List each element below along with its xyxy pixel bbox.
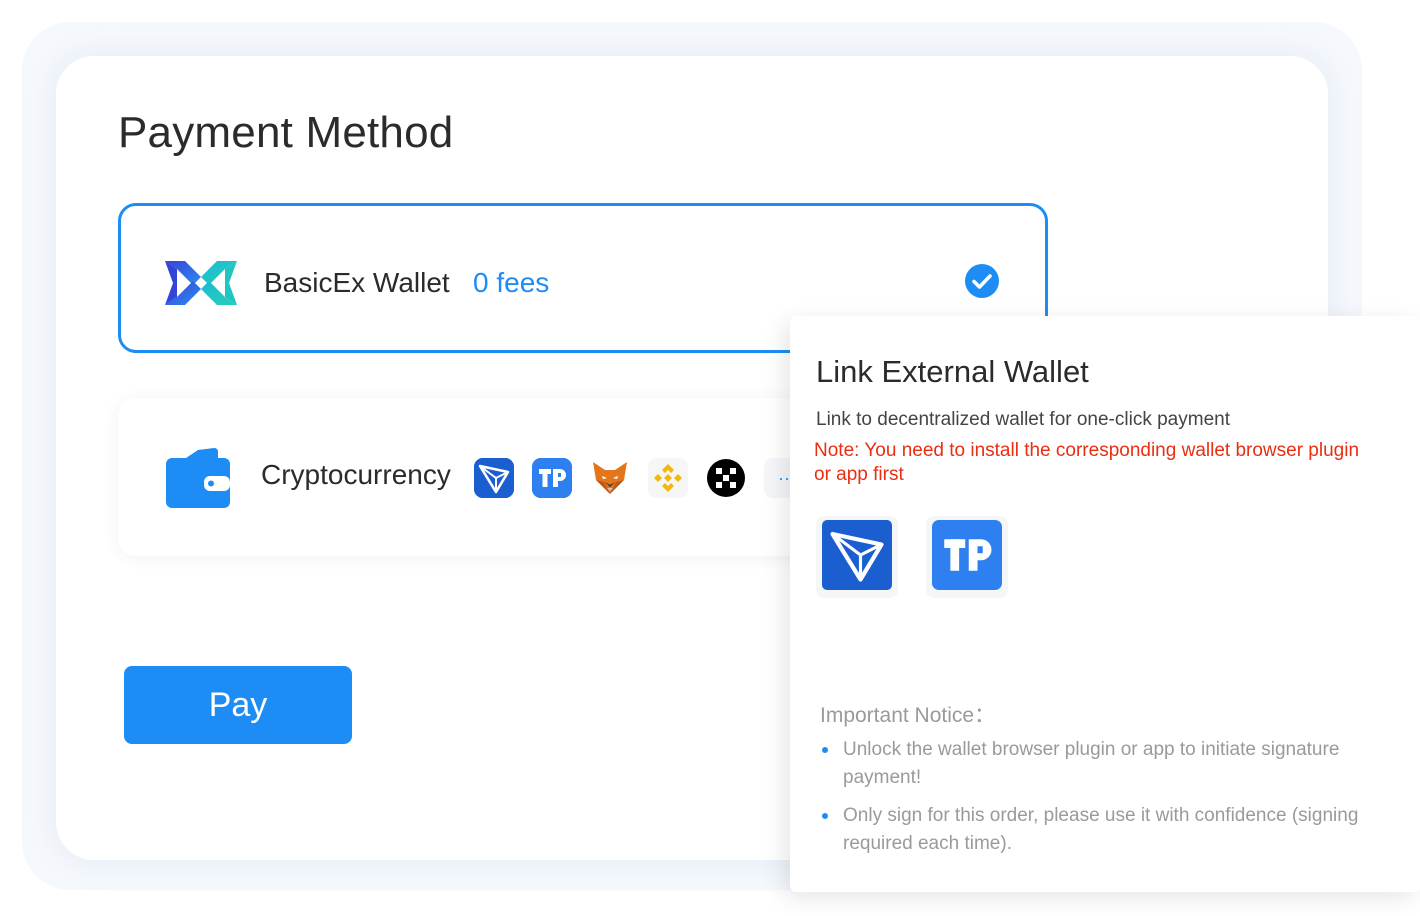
basicex-wallet-label: BasicEx Wallet: [264, 267, 450, 298]
tokenpocket-icon: [932, 519, 1002, 595]
fee-badge: 0 fees: [473, 267, 550, 298]
popup-install-note: Note: You need to install the correspond…: [814, 440, 1360, 485]
supported-wallets: ··: [474, 458, 804, 498]
notice-item: Unlock the wallet browser plugin or app …: [820, 736, 1400, 792]
notice-text: Unlock the wallet browser plugin or app …: [843, 739, 1340, 788]
tronlink-icon: [822, 519, 892, 595]
popup-title: Link External Wallet: [816, 354, 1089, 389]
notice-list: Unlock the wallet browser plugin or app …: [820, 736, 1400, 868]
okx-icon: [706, 458, 746, 498]
pay-button[interactable]: Pay: [124, 666, 352, 744]
cryptocurrency-label: Cryptocurrency: [261, 459, 451, 490]
tokenpocket-wallet-button[interactable]: [926, 516, 1008, 598]
wallet-icon: [160, 440, 236, 516]
popup-description: Link to decentralized wallet for one-cli…: [816, 409, 1230, 430]
notice-text: Only sign for this order, please use it …: [843, 805, 1359, 854]
basicex-logo-icon: [163, 245, 239, 321]
metamask-icon: [590, 458, 630, 498]
page-title: Payment Method: [118, 108, 454, 157]
notice-item: Only sign for this order, please use it …: [820, 802, 1400, 858]
check-circle-icon: [964, 263, 1000, 299]
tronlink-wallet-button[interactable]: [816, 516, 898, 598]
bullet-dot-icon: [822, 747, 828, 753]
important-notice-heading: Important Notice：: [820, 704, 996, 727]
binance-icon: [648, 458, 688, 498]
tokenpocket-icon: [532, 458, 572, 498]
bullet-dot-icon: [822, 813, 828, 819]
tronlink-icon: [474, 458, 514, 498]
link-external-wallet-popup: Link External Wallet Link to decentraliz…: [790, 316, 1420, 892]
